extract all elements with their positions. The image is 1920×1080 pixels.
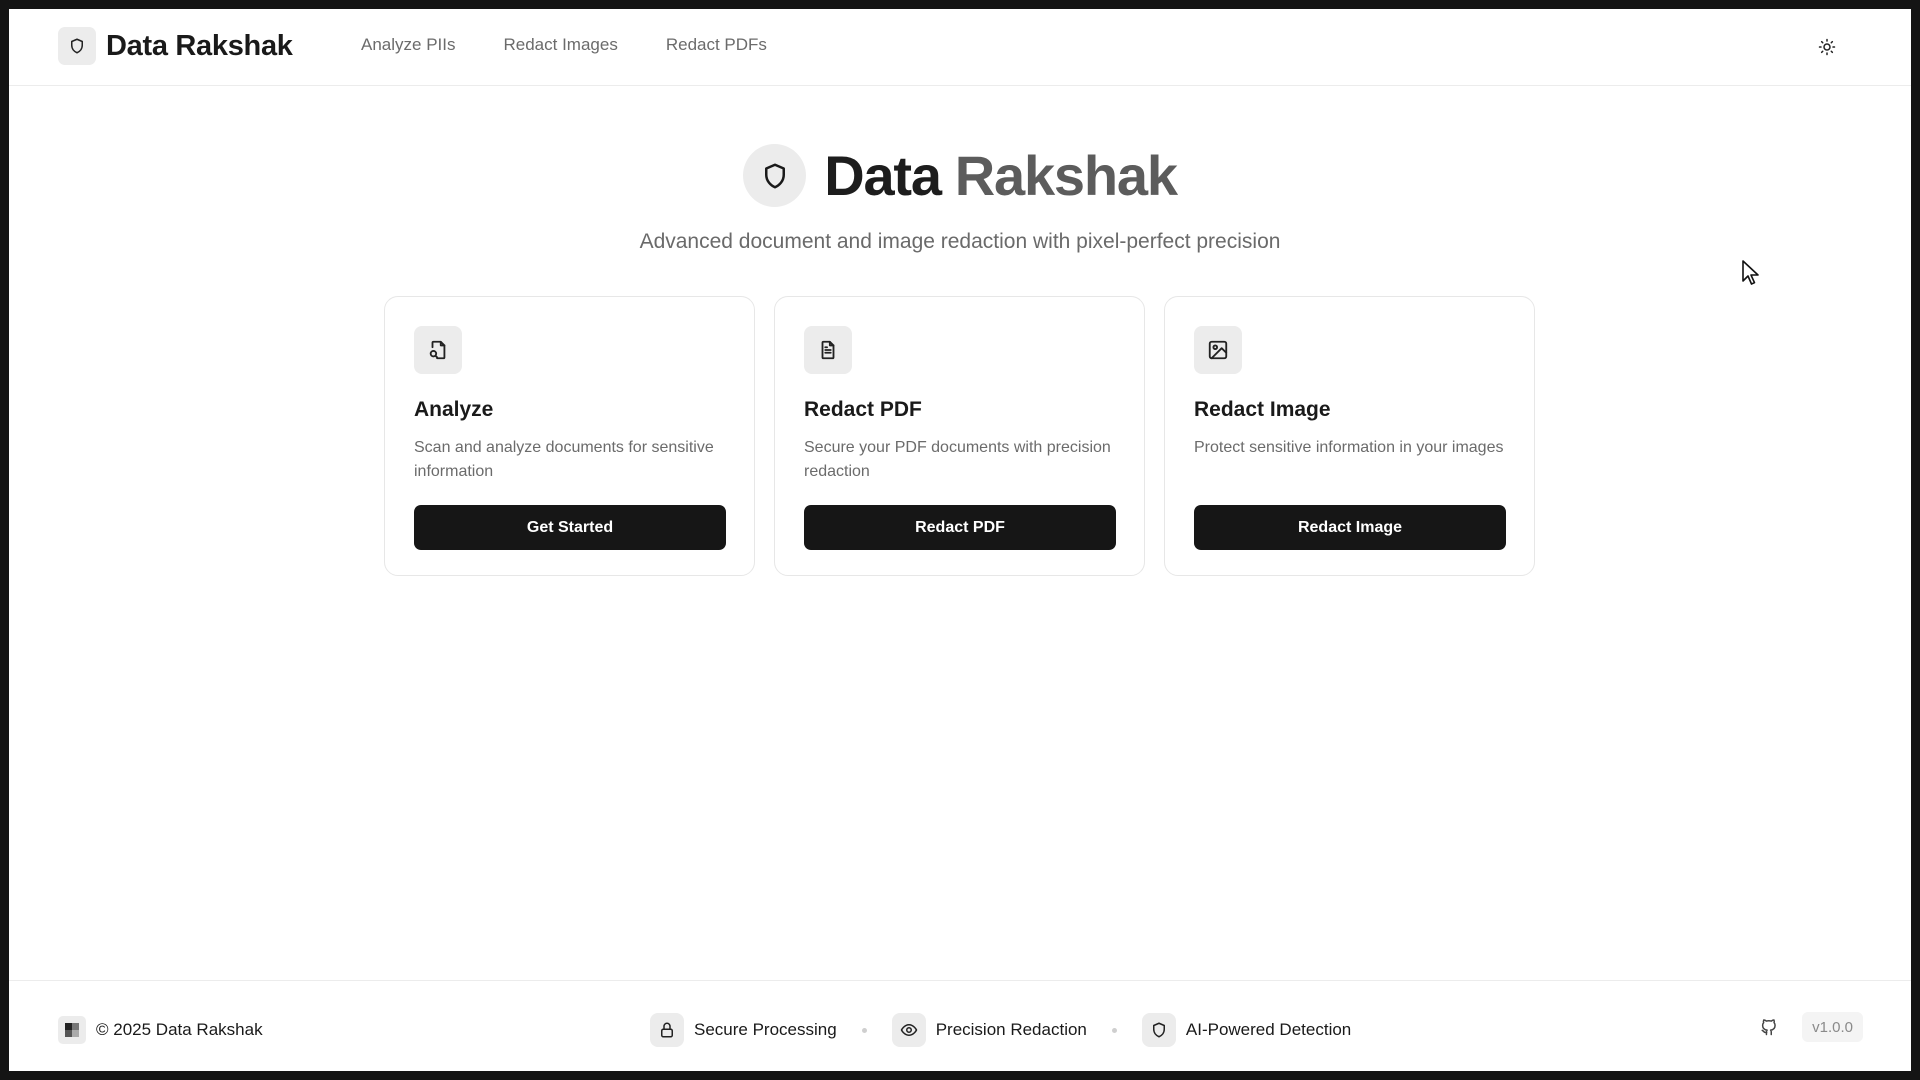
separator-dot [1111,1027,1117,1033]
shield-icon [743,144,807,207]
hero-title-part2: Rakshak [954,144,1178,207]
github-icon[interactable] [1754,1012,1784,1042]
card-description: Scan and analyze documents for sensitive… [414,439,714,480]
theme-toggle-button[interactable] [1811,33,1843,65]
shield-icon [1141,1013,1176,1047]
footer-right: v1.0.0 [1754,1012,1863,1042]
image-icon [1194,326,1242,374]
feature-secure-processing: Secure Processing [650,1013,837,1047]
separator-dot [861,1027,867,1033]
card-title: Redact PDF [804,398,922,421]
card-analyze: Analyze Scan and analyze documents for s… [384,296,755,576]
eye-icon [891,1013,926,1047]
feature-precision-redaction: Precision Redaction [891,1013,1087,1047]
hero-title-part1: Data [824,144,942,207]
file-text-icon [804,326,852,374]
redact-pdf-button[interactable]: Redact PDF [804,505,1116,550]
hero-subtitle: Advanced document and image redaction wi… [639,230,1281,253]
file-search-icon [414,326,462,374]
main-nav: Analyze PIIs Redact Images Redact PDFs [361,35,767,55]
top-header: Data Rakshak Analyze PIIs Redact Images … [9,9,1911,86]
copyright: © 2025 Data Rakshak [58,1016,263,1044]
brand-title: Data Rakshak [106,29,293,62]
nav-redact-pdfs[interactable]: Redact PDFs [666,35,767,55]
logo-icon [58,1016,86,1044]
app-window: Data Rakshak Analyze PIIs Redact Images … [9,9,1911,1071]
footer: © 2025 Data Rakshak Secure Processing Pr… [9,980,1911,1071]
card-description: Protect sensitive information in your im… [1194,439,1504,456]
nav-analyze-piis[interactable]: Analyze PIIs [361,35,456,55]
sun-icon [1818,38,1836,61]
card-redact-image: Redact Image Protect sensitive informati… [1164,296,1535,576]
copyright-text: © 2025 Data Rakshak [96,1020,263,1039]
feature-label: Secure Processing [694,1020,837,1039]
version-badge: v1.0.0 [1802,1012,1863,1042]
shield-icon [58,27,96,65]
hero-section: Data Rakshak Advanced document and image … [9,143,1911,254]
feature-ai-powered-detection: AI-Powered Detection [1141,1013,1352,1047]
feature-list: Secure Processing Precision Redaction AI… [650,1013,1351,1047]
hero-title: Data Rakshak [824,143,1178,208]
mouse-cursor-icon [1741,259,1761,292]
card-title: Redact Image [1194,398,1331,421]
feature-cards: Analyze Scan and analyze documents for s… [384,296,1535,576]
card-description: Secure your PDF documents with precision… [804,439,1111,480]
get-started-button[interactable]: Get Started [414,505,726,550]
card-redact-pdf: Redact PDF Secure your PDF documents wit… [774,296,1145,576]
feature-label: Precision Redaction [935,1020,1087,1039]
nav-redact-images[interactable]: Redact Images [504,35,618,55]
lock-icon [650,1013,684,1047]
feature-label: AI-Powered Detection [1185,1020,1352,1039]
card-title: Analyze [414,398,494,421]
brand[interactable]: Data Rakshak [58,27,293,65]
redact-image-button[interactable]: Redact Image [1194,505,1506,550]
